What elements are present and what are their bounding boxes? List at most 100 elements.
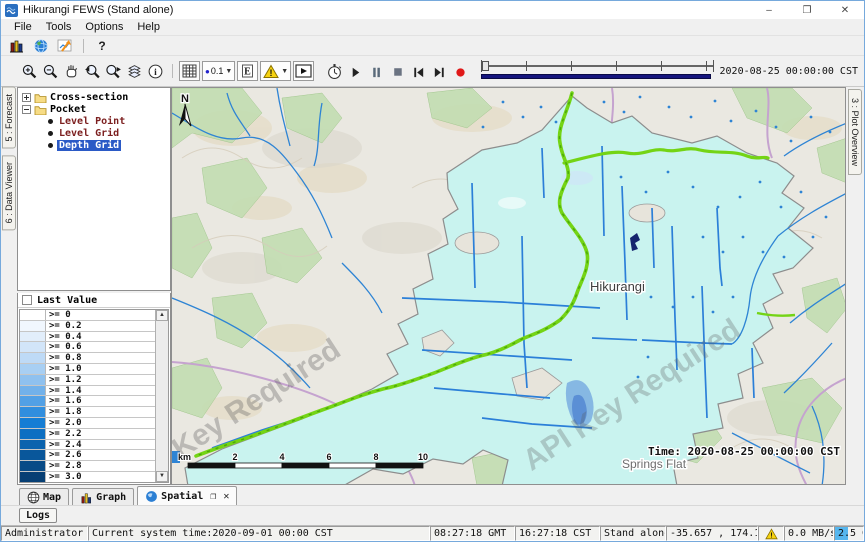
- app-window: Hikurangi FEWS (Stand alone) – ❐ ✕ File …: [0, 0, 865, 542]
- animation-window-icon[interactable]: [293, 61, 314, 81]
- legend-row: >= 0.4: [20, 332, 168, 343]
- toolbar-separator: [83, 39, 84, 53]
- layers-icon[interactable]: [124, 61, 145, 81]
- legend-row: >= 0.2: [20, 321, 168, 332]
- playback-group: [324, 61, 471, 81]
- svg-text:!: !: [769, 530, 773, 539]
- grid-toggle-icon[interactable]: [179, 61, 200, 81]
- play-icon[interactable]: [345, 61, 366, 81]
- zoom-next-icon[interactable]: [103, 61, 124, 81]
- menu-tools[interactable]: Tools: [39, 20, 79, 34]
- legend-color-swatch: [20, 332, 46, 342]
- legend-color-swatch: [20, 375, 46, 385]
- legend-row: >= 2.2: [20, 429, 168, 440]
- legend-color-swatch: [20, 440, 46, 450]
- title-bar: Hikurangi FEWS (Stand alone) – ❐ ✕: [1, 1, 864, 19]
- tab-map[interactable]: Map: [19, 488, 69, 505]
- status-warning-cell[interactable]: !: [758, 526, 784, 541]
- zoom-previous-icon[interactable]: [82, 61, 103, 81]
- legend-row: >= 2.8: [20, 461, 168, 472]
- status-user: Administrator: [1, 526, 88, 541]
- animation-timer-icon[interactable]: [324, 61, 345, 81]
- contour-dot-icon: ●: [205, 67, 210, 76]
- legend-row-label: >= 2.8: [46, 461, 168, 471]
- help-icon[interactable]: ?: [90, 37, 114, 55]
- pause-icon[interactable]: [366, 61, 387, 81]
- stop-icon[interactable]: [387, 61, 408, 81]
- legend-color-swatch: [20, 342, 46, 352]
- status-memory: 2.5 GB: [834, 526, 864, 541]
- info-icon[interactable]: i: [145, 61, 166, 81]
- legend-table: >= 0>= 0.2>= 0.4>= 0.6>= 0.8>= 1.0>= 1.2…: [19, 309, 169, 483]
- menu-help[interactable]: Help: [130, 20, 167, 34]
- tree-node-pocket[interactable]: Pocket: [18, 103, 170, 115]
- place-label-springs-flat: Springs Flat: [622, 457, 687, 471]
- status-coordinates: -35.657 , 174.199: [666, 526, 758, 541]
- contour-interval-dropdown[interactable]: ● 0.1 ▼: [202, 61, 235, 81]
- time-slider-handle[interactable]: [482, 61, 489, 71]
- chevron-down-icon: ▼: [281, 68, 288, 75]
- status-bar: Administrator Current system time:2020-0…: [1, 525, 864, 541]
- pan-hand-icon[interactable]: [61, 61, 82, 81]
- last-value-option[interactable]: Last Value: [18, 293, 170, 308]
- expand-icon[interactable]: [22, 93, 31, 102]
- menu-options[interactable]: Options: [78, 20, 130, 34]
- timeseries-icon[interactable]: [53, 37, 77, 55]
- main-toolbar: ?: [1, 36, 864, 56]
- legend-color-swatch: [20, 407, 46, 417]
- legend-color-swatch: [20, 418, 46, 428]
- step-back-icon[interactable]: [408, 61, 429, 81]
- tree-node-level-grid[interactable]: Level Grid: [18, 127, 170, 139]
- tab-graph[interactable]: Graph: [72, 488, 134, 505]
- left-tab-rail: 5 : Forecast 6 : Data Viewer: [1, 87, 17, 485]
- legend-row-label: >= 2.0: [46, 418, 168, 428]
- legend-row: >= 1.8: [20, 407, 168, 418]
- last-value-checkbox[interactable]: [22, 295, 32, 305]
- legend-color-swatch: [20, 386, 46, 396]
- panel-close-icon[interactable]: ✕: [223, 491, 229, 502]
- legend-scrollbar[interactable]: ▲ ▼: [155, 310, 168, 482]
- node-dot-icon: [48, 119, 53, 124]
- warning-dropdown[interactable]: ! ▼: [260, 61, 291, 81]
- menu-file[interactable]: File: [7, 20, 39, 34]
- logs-row: Logs: [1, 505, 864, 525]
- globe-icon[interactable]: [29, 37, 53, 55]
- legend-row: >= 1.2: [20, 375, 168, 386]
- legend-row-label: >= 1.2: [46, 375, 168, 385]
- tree-node-depth-grid[interactable]: Depth Grid: [18, 139, 170, 151]
- svg-text:N: N: [181, 93, 189, 105]
- time-slider[interactable]: [481, 60, 713, 82]
- legend-row-label: >= 0.8: [46, 353, 168, 363]
- legend-color-swatch: [20, 450, 46, 460]
- close-button[interactable]: ✕: [826, 1, 864, 19]
- tree-node-cross-section[interactable]: Cross-section: [18, 91, 170, 103]
- minimize-button[interactable]: –: [750, 1, 788, 19]
- step-forward-icon[interactable]: [429, 61, 450, 81]
- zoom-tool-group: i: [19, 61, 166, 81]
- tab-data-viewer[interactable]: 6 : Data Viewer: [2, 155, 16, 230]
- maximize-button[interactable]: ❐: [788, 1, 826, 19]
- zoom-in-icon[interactable]: [19, 61, 40, 81]
- legend-row: >= 2.0: [20, 418, 168, 429]
- tab-forecast[interactable]: 5 : Forecast: [2, 87, 16, 149]
- logs-button[interactable]: Logs: [19, 508, 57, 523]
- tab-plot-overview[interactable]: 3 : Plot Overview: [848, 89, 862, 175]
- tree-node-level-point[interactable]: Level Point: [18, 115, 170, 127]
- database-icon[interactable]: [5, 37, 29, 55]
- spatial-sidebar: Cross-section Pocket Level Point Level G…: [17, 87, 171, 485]
- collapse-icon[interactable]: [22, 105, 31, 114]
- wire-globe-icon: [27, 491, 40, 504]
- map-canvas[interactable]: API Key Required API Key Required Hikura…: [171, 87, 846, 485]
- tab-spatial[interactable]: Spatial ❐ ✕: [137, 486, 237, 505]
- scroll-up-icon[interactable]: ▲: [156, 310, 168, 321]
- scroll-down-icon[interactable]: ▼: [156, 471, 168, 482]
- legend-row-label: >= 2.4: [46, 440, 168, 450]
- folder-icon: [34, 104, 47, 115]
- legend-color-swatch: [20, 310, 46, 320]
- status-local-time: 16:27:18 CST: [515, 526, 600, 541]
- record-icon[interactable]: [450, 61, 471, 81]
- zoom-out-icon[interactable]: [40, 61, 61, 81]
- legend-toggle-icon[interactable]: E: [237, 61, 258, 81]
- folder-icon: [34, 92, 47, 103]
- panel-maximize-icon[interactable]: ❐: [210, 491, 216, 502]
